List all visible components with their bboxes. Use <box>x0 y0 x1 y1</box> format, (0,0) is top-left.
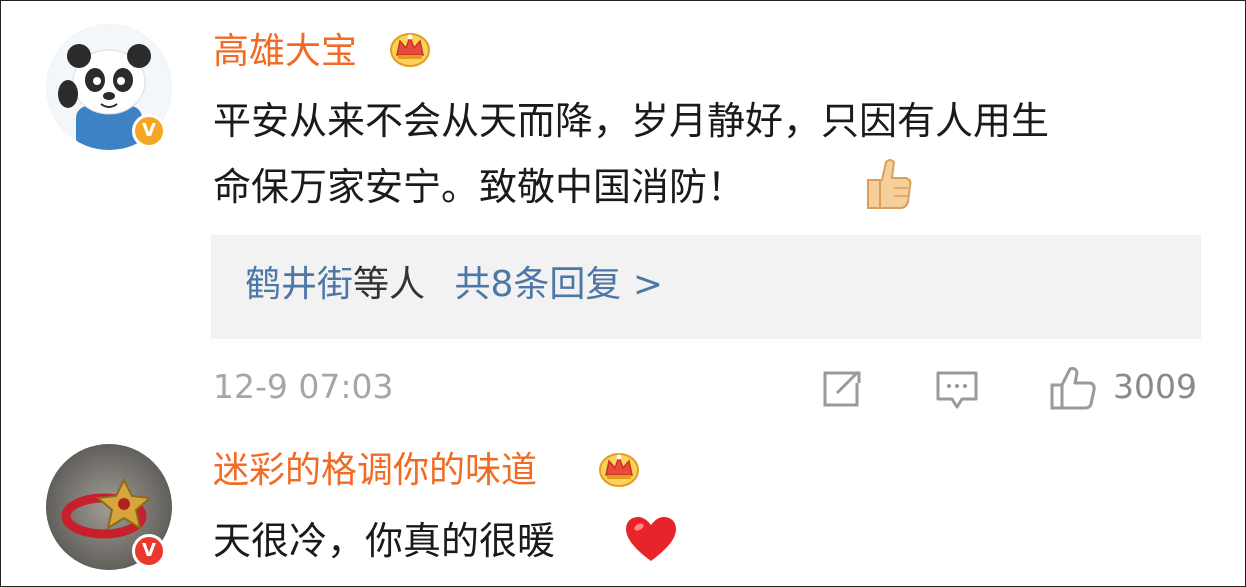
vip-crown-icon <box>390 33 430 67</box>
comment-text-line: 命保万家安宁。致敬中国消防！ <box>213 165 746 209</box>
red-heart-emoji-icon <box>626 517 676 561</box>
reply-count-link[interactable]: 共8条回复 > <box>454 264 663 305</box>
vip-crown-icon <box>599 453 639 487</box>
comment-username[interactable]: 迷彩的格调你的味道 <box>213 453 537 489</box>
reply-suffix: 等人 <box>353 264 426 305</box>
comment-text-line: 平安从来不会从天而降，岁月静好，只因有人用生 <box>213 99 1050 143</box>
reply-user-link[interactable]: 鹤井街 <box>245 264 353 305</box>
comment-timestamp: 12-9 07:03 <box>213 367 394 406</box>
thumbs-up-emoji-icon <box>867 159 912 209</box>
comment-username[interactable]: 高雄大宝 <box>213 34 357 70</box>
comment-icon[interactable] <box>935 369 979 411</box>
reply-preview-box[interactable]: 鹤井街等人 共8条回复 > <box>211 235 1201 339</box>
like-count: 3009 <box>1113 367 1197 406</box>
repost-icon[interactable] <box>821 369 863 409</box>
comment-text: 天很冷，你真的很暖 <box>213 519 556 563</box>
verified-badge: V <box>132 534 166 568</box>
like-icon[interactable] <box>1048 365 1098 411</box>
verified-badge: V <box>132 114 166 148</box>
